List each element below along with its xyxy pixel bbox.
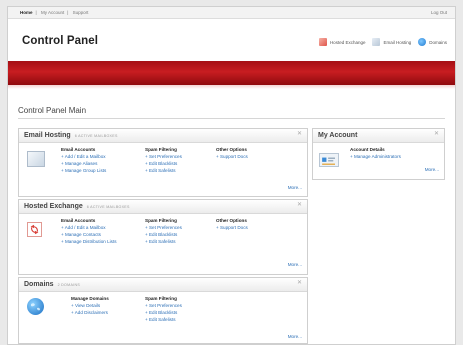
panel-hosted-exchange: Hosted Exchange 6 active mailboxes ✕ Ema… (18, 199, 308, 275)
other-options-column: Other Options + Support Docs (216, 146, 248, 160)
exchange-icon (27, 222, 42, 237)
edit-safelists-link[interactable]: + Edit Safelists (145, 167, 182, 174)
quicklink-domains[interactable]: Domains (418, 38, 447, 46)
manage-group-lists-link[interactable]: + Manage Group Lists (61, 167, 106, 174)
manage-administrators-link[interactable]: + Manage Administrators (350, 153, 401, 160)
panel-title: Email Hosting (24, 132, 71, 139)
manage-contacts-link[interactable]: + Manage Contacts (61, 231, 117, 238)
column-title: Other Options (216, 147, 247, 152)
panel-my-account: My Account ✕ Account Details + Manage Ad… (312, 128, 445, 180)
panel-email-hosting: Email Hosting 6 active mailboxes ✕ Email… (18, 128, 308, 197)
close-icon[interactable]: ✕ (297, 130, 302, 137)
quicklink-hosted-exchange[interactable]: Hosted Exchange (318, 38, 366, 46)
panel-header: Hosted Exchange 6 active mailboxes ✕ (19, 200, 307, 214)
set-preferences-link[interactable]: + Set Preferences (145, 302, 182, 309)
separator: | (35, 10, 37, 15)
spam-filtering-column: Spam Filtering + Set Preferences + Edit … (145, 295, 182, 323)
panel-subtitle: 6 active mailboxes (74, 133, 118, 138)
panel-header: My Account ✕ (313, 129, 444, 143)
section-title: Control Panel Main (18, 106, 87, 115)
quicklink-label: Email Hosting (383, 39, 412, 45)
edit-blacklists-link[interactable]: + Edit Blacklists (145, 231, 182, 238)
support-docs-link[interactable]: + Support Docs (216, 153, 248, 160)
panel-subtitle: 2 domains (57, 282, 81, 287)
nav-support-link[interactable]: Support (73, 10, 89, 15)
panel-header: Email Hosting 6 active mailboxes ✕ (19, 129, 307, 143)
nav-home-link[interactable]: Home (20, 10, 33, 15)
edit-blacklists-link[interactable]: + Edit Blacklists (145, 309, 182, 316)
nav-my-account-link[interactable]: My Account (41, 10, 64, 15)
add-edit-mailbox-link[interactable]: + Add / Edit a Mailbox (61, 224, 117, 231)
close-icon[interactable]: ✕ (297, 201, 302, 208)
edit-blacklists-link[interactable]: + Edit Blacklists (145, 160, 182, 167)
panel-title: Hosted Exchange (24, 203, 83, 210)
panel-header: Domains 2 domains ✕ (19, 278, 307, 292)
spam-filtering-column: Spam Filtering + Set Preferences + Edit … (145, 217, 182, 245)
manage-aliases-link[interactable]: + Manage Aliases (61, 160, 106, 167)
edit-safelists-link[interactable]: + Edit Safelists (145, 238, 182, 245)
app-window: Home | My Account | Support Log Out Contro… (7, 6, 456, 345)
quicklink-label: Hosted Exchange (329, 39, 366, 45)
more-link[interactable]: More... (288, 334, 302, 339)
domains-icon (418, 38, 427, 46)
envelope-icon (27, 151, 45, 167)
set-preferences-link[interactable]: + Set Preferences (145, 153, 182, 160)
account-card-icon (319, 153, 339, 167)
globe-icon (27, 298, 44, 315)
top-navigation: Home | My Account | Support Log Out (8, 7, 455, 19)
edit-safelists-link[interactable]: + Edit Safelists (145, 316, 182, 323)
panel-subtitle: 6 active mailboxes (86, 204, 130, 209)
add-disclaimers-link[interactable]: + Add Disclaimers (71, 309, 109, 316)
add-edit-mailbox-link[interactable]: + Add / Edit a Mailbox (61, 153, 106, 160)
account-card-graphic (322, 157, 335, 165)
column-title: Email Accounts (61, 218, 96, 223)
email-accounts-column: Email Accounts + Add / Edit a Mailbox + … (61, 146, 106, 174)
page-title: Control Panel (22, 35, 99, 47)
column-title: Manage Domains (71, 296, 109, 301)
panel-domains: Domains 2 domains ✕ Manage Domains + Vie… (18, 277, 308, 344)
column-title: Account Details (350, 147, 385, 152)
exchange-icon (318, 38, 327, 46)
quicklink-label: Domains (429, 39, 447, 45)
logout-link[interactable]: Log Out (431, 7, 447, 19)
quicklink-email-hosting[interactable]: Email Hosting (372, 38, 411, 46)
close-icon[interactable]: ✕ (297, 279, 302, 286)
panel-title: Domains (24, 281, 54, 288)
header: Control Panel Hosted Exchange Email Host… (8, 19, 455, 61)
column-title: Spam Filtering (145, 296, 177, 301)
column-title: Spam Filtering (145, 218, 177, 223)
spam-filtering-column: Spam Filtering + Set Preferences + Edit … (145, 146, 182, 174)
set-preferences-link[interactable]: + Set Preferences (145, 224, 182, 231)
column-title: Email Accounts (61, 147, 96, 152)
manage-distribution-lists-link[interactable]: + Manage Distribution Lists (61, 238, 117, 245)
email-accounts-column: Email Accounts + Add / Edit a Mailbox + … (61, 217, 117, 245)
view-details-link[interactable]: + View Details (71, 302, 109, 309)
column-title: Other Options (216, 218, 247, 223)
column-title: Spam Filtering (145, 147, 177, 152)
close-icon[interactable]: ✕ (434, 130, 439, 137)
panel-title: My Account (318, 132, 358, 139)
manage-domains-column: Manage Domains + View Details + Add Disc… (71, 295, 109, 316)
more-link[interactable]: More... (288, 262, 302, 267)
breadcrumb: Home | My Account | Support (20, 7, 91, 19)
more-link[interactable]: More... (425, 167, 439, 172)
other-options-column: Other Options + Support Docs (216, 217, 248, 231)
account-details-column: Account Details + Manage Administrators (350, 146, 401, 160)
brand-banner (8, 61, 455, 89)
quicklinks: Hosted Exchange Email Hosting Domains (318, 38, 447, 46)
support-docs-link[interactable]: + Support Docs (216, 224, 248, 231)
email-icon (372, 38, 381, 46)
more-link[interactable]: More... (288, 185, 302, 190)
divider (18, 118, 445, 119)
separator: | (67, 10, 69, 15)
